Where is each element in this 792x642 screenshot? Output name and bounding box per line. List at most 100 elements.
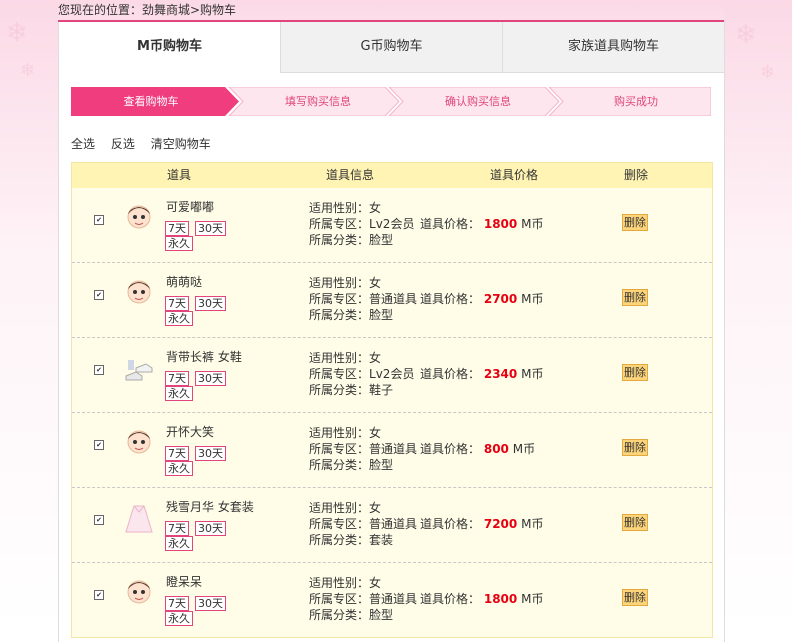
snowflake-icon: ❄: [6, 18, 28, 48]
delete-button[interactable]: 删除: [622, 514, 648, 531]
item-name: 残雪月华 女套装: [166, 500, 254, 514]
item-gender: 适用性别：女: [309, 426, 382, 440]
left-decoration: [0, 0, 58, 630]
item-price: 2700: [483, 292, 518, 306]
item-name: 瞪呆呆: [166, 575, 203, 589]
duration-forever-option[interactable]: 永久: [165, 611, 193, 626]
table-row: ✔ 背带长裤 女鞋 7天 30天 永久 适用性别：女所属专区：Lv2会员 道具价格： 234…: [72, 337, 712, 412]
duration-30-days-option[interactable]: 30天: [195, 521, 226, 536]
delete-button[interactable]: 删除: [622, 214, 648, 231]
header-price: 道具价格: [490, 168, 539, 182]
item-category: 所属分类：脸型: [309, 308, 394, 322]
delete-button[interactable]: 删除: [622, 289, 648, 306]
header-delete: 删除: [624, 168, 649, 182]
snowflake-icon: ❄: [735, 20, 757, 50]
item-checkbox[interactable]: ✔: [94, 515, 104, 525]
delete-button[interactable]: 删除: [622, 439, 648, 456]
delete-button[interactable]: 删除: [622, 589, 648, 606]
invert-selection-link[interactable]: 反选: [111, 137, 135, 151]
item-gender: 适用性别：女: [309, 576, 382, 590]
item-price: 1800: [483, 217, 518, 231]
item-name: 开怀大笑: [166, 425, 215, 439]
item-info: 适用性别：女 所属专区：普通道具 道具价格： 2700 M币 所属分类：脸型: [309, 275, 543, 323]
delete-button[interactable]: 删除: [622, 364, 648, 381]
duration-30-days-option[interactable]: 30天: [195, 371, 226, 386]
tab-g-coin-cart[interactable]: G币购物车: [280, 22, 502, 73]
breadcrumb: 您现在的位置：劲舞商城>购物车: [58, 0, 724, 22]
select-all-link[interactable]: 全选: [71, 137, 95, 151]
snowflake-icon: ❄: [20, 60, 36, 81]
item-zone-price: 所属专区：普通道具 道具价格： 1800 M币: [309, 592, 544, 606]
duration-forever-option[interactable]: 永久: [165, 461, 193, 476]
duration-7-days-option[interactable]: 7天: [165, 596, 189, 611]
face-icon: [122, 277, 156, 311]
item-category: 所属分类：脸型: [309, 458, 394, 472]
item-price: 7200: [483, 517, 518, 531]
right-decoration: [724, 0, 792, 630]
item-name: 萌萌哒: [166, 275, 203, 289]
table-row: ✔ 瞪呆呆 7天 30天 永久 适用性别：女所属专区：普通道具 道具价格： 1800 M币所…: [72, 562, 712, 637]
duration-30-days-option[interactable]: 30天: [195, 221, 226, 236]
table-row: ✔ 可爱嘟嘟 7天 30天 永久 适用性别：女所属专区：Lv2会员 道具价格： 1800 M…: [72, 188, 712, 262]
face-icon: [122, 577, 156, 611]
snowflake-icon: ❄: [760, 62, 776, 83]
step-purchase-success: 购买成功: [614, 95, 658, 108]
item-category: 所属分类：脸型: [309, 233, 394, 247]
tab-m-coin-cart[interactable]: M币购物车: [59, 22, 280, 72]
duration-forever-option[interactable]: 永久: [165, 536, 193, 551]
cart-table: 道具 道具信息 道具价格 删除 ✔ 可爱嘟嘟 7天 30天 永久 适用性别：女 所属专区：L…: [71, 162, 713, 638]
item-checkbox[interactable]: ✔: [94, 215, 104, 225]
duration-30-days-option[interactable]: 30天: [195, 296, 226, 311]
item-zone-price: 所属专区：Lv2会员 道具价格： 1800 M币: [309, 217, 544, 231]
item-category: 所属分类：脸型: [309, 608, 394, 622]
item-info: 适用性别：女所属专区：Lv2会员 道具价格： 1800 M币 所属分类：脸型: [309, 200, 543, 248]
duration-7-days-option[interactable]: 7天: [165, 221, 189, 236]
header-info: 道具信息: [326, 168, 375, 182]
face-icon: [122, 202, 156, 236]
item-name: 可爱嘟嘟: [166, 200, 215, 214]
tab-family-item-cart[interactable]: 家族道具购物车: [502, 22, 724, 73]
cart-actions: 全选 反选 清空购物车: [71, 135, 223, 152]
item-zone-price: 所属专区：普通道具 道具价格： 2700 M币: [309, 292, 544, 306]
item-gender: 适用性别：女: [309, 201, 382, 215]
duration-7-days-option[interactable]: 7天: [165, 296, 189, 311]
item-zone-price: 所属专区：普通道具 道具价格： 7200 M币: [309, 517, 544, 531]
checkout-steps: 查看购物车 填写购买信息 确认购买信息 购买成功: [71, 87, 711, 116]
duration-7-days-option[interactable]: 7天: [165, 446, 189, 461]
face-icon: [122, 427, 156, 461]
item-checkbox[interactable]: ✔: [94, 290, 104, 300]
cart-rows: ✔ 可爱嘟嘟 7天 30天 永久 适用性别：女 所属专区：Lv2会员 道具价格： 1800 M…: [72, 188, 712, 637]
table-row: ✔ 萌萌哒 7天 30天 永久 适用性别：女 所属专区：普通道具 道具价格： 2700 M币所…: [72, 262, 712, 337]
table-row: ✔ 残雪月华 女套装 7天 30天 永久 适用性别：女所属专区：普通道具 道具价格： 720…: [72, 487, 712, 562]
item-category: 所属分类：套装: [309, 533, 394, 547]
cart-panel: M币购物车 G币购物车 家族道具购物车 查看购物车 填写购买信息 确认购买信息 …: [58, 22, 725, 642]
item-zone-price: 所属专区：Lv2会员 道具价格： 2340 M币: [309, 367, 544, 381]
step-confirm-info: 确认购买信息: [445, 95, 511, 108]
item-checkbox[interactable]: ✔: [94, 590, 104, 600]
item-gender: 适用性别：女: [309, 501, 382, 515]
duration-7-days-option[interactable]: 7天: [165, 371, 189, 386]
header-item: 道具: [167, 168, 192, 182]
item-info: 适用性别：女所属专区：普通道具 道具价格： 800 M币 所属分类：脸型: [309, 425, 535, 473]
item-checkbox[interactable]: ✔: [94, 365, 104, 375]
clear-cart-link[interactable]: 清空购物车: [151, 137, 211, 151]
step-fill-info: 填写购买信息: [285, 95, 351, 108]
item-name: 背带长裤 女鞋: [166, 350, 242, 364]
item-price: 1800: [483, 592, 518, 606]
item-info: 适用性别：女所属专区：普通道具 道具价格： 7200 M币 所属分类：套装: [309, 500, 543, 548]
item-gender: 适用性别：女: [309, 351, 382, 365]
duration-forever-option[interactable]: 永久: [165, 386, 193, 401]
shoes-icon: [122, 352, 156, 386]
table-row: ✔ 开怀大笑 7天 30天 永久 适用性别：女所属专区：普通道具 道具价格： 800 M币所…: [72, 412, 712, 487]
duration-forever-option[interactable]: 永久: [165, 311, 193, 326]
item-checkbox[interactable]: ✔: [94, 440, 104, 450]
duration-forever-option[interactable]: 永久: [165, 236, 193, 251]
cart-tabs: M币购物车 G币购物车 家族道具购物车: [59, 22, 724, 73]
step-view-cart: 查看购物车: [123, 95, 179, 108]
duration-30-days-option[interactable]: 30天: [195, 596, 226, 611]
item-price: 800: [483, 442, 509, 456]
duration-7-days-option[interactable]: 7天: [165, 521, 189, 536]
dress-icon: [122, 502, 156, 536]
item-zone-price: 所属专区：普通道具 道具价格： 800 M币: [309, 442, 536, 456]
duration-30-days-option[interactable]: 30天: [195, 446, 226, 461]
